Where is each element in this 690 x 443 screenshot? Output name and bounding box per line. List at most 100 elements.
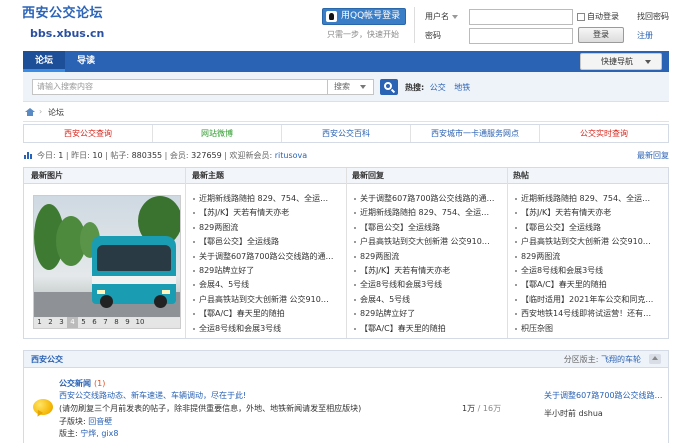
quick-link-bus-query[interactable]: 西安公交查询 <box>24 125 153 142</box>
subforum-link[interactable]: 回音壁 <box>88 417 112 426</box>
column-divider <box>185 168 186 338</box>
quick-link-bus-wiki[interactable]: 西安公交百科 <box>282 125 411 142</box>
list-item[interactable]: 近期新线路随拍 829、754、全运… <box>192 194 342 208</box>
list-item[interactable]: 全运8号线和会展3号线 <box>192 324 342 338</box>
forgot-password-link[interactable]: 找回密码 <box>637 12 669 22</box>
forum-note: (请勿刷复三个月前发表的帖子，除非提供重要信息，外地、地铁新闻请发至相应版块) <box>59 404 362 413</box>
list-item[interactable]: 【苏J/K】天若有情天亦老 <box>514 208 664 222</box>
list-item[interactable]: 829站牌立好了 <box>192 266 342 280</box>
list-item[interactable]: 西安地铁14号线即将试运营！还有… <box>514 309 664 323</box>
new-member-link[interactable]: ritusova <box>275 151 307 160</box>
quick-link-card-service[interactable]: 西安城市一卡通服务网点 <box>411 125 540 142</box>
site-logo-title[interactable]: 西安公交论坛 <box>22 6 103 22</box>
latest-replies-link[interactable]: 最新回复 <box>637 151 669 161</box>
password-label: 密码 <box>425 31 441 40</box>
column-divider <box>346 168 347 338</box>
list-item[interactable]: 近期新线路随拍 829、754、全运… <box>353 208 503 222</box>
quick-link-weibo[interactable]: 网站微博 <box>153 125 282 142</box>
breadcrumb: › 论坛 <box>23 105 669 122</box>
list-item[interactable]: 829站牌立好了 <box>353 309 503 323</box>
username-input[interactable] <box>469 9 573 25</box>
search-button[interactable] <box>380 79 398 95</box>
hot-search-label: 热搜: <box>405 83 425 92</box>
pager-10[interactable]: 10 <box>133 317 147 328</box>
username-type-dropdown[interactable]: 用户名 <box>425 12 458 22</box>
bus-photo-slideshow[interactable]: 1 2 3 4 5 6 7 8 9 10 <box>33 195 181 329</box>
header-latest-topics: 最新主题 <box>192 171 224 180</box>
list-item[interactable]: 829两图流 <box>353 252 503 266</box>
list-item[interactable]: 【鄠A/C】春天里的随拍 <box>514 280 664 294</box>
list-item[interactable]: 关于调整607路700路公交线路的通… <box>353 194 503 208</box>
tab-forum[interactable]: 论坛 <box>23 51 65 72</box>
quick-link-realtime[interactable]: 公交实时查询 <box>540 125 668 142</box>
bus-image <box>92 236 176 308</box>
home-icon[interactable] <box>25 108 35 116</box>
list-item[interactable]: 829两图流 <box>514 252 664 266</box>
pager-1[interactable]: 1 <box>34 317 45 328</box>
pager-4[interactable]: 4 <box>67 317 78 328</box>
list-item[interactable]: 户县高铁站到交大创新港 公交910… <box>192 295 342 309</box>
forum-last-post-link[interactable]: 关于调整607路700路公交线路的通… <box>544 391 668 401</box>
password-input[interactable] <box>469 28 573 44</box>
section-header: 西安公交 分区版主: 飞翔的车轮 <box>24 351 668 368</box>
pager-5[interactable]: 5 <box>78 317 89 328</box>
login-button[interactable]: 登录 <box>578 27 624 43</box>
list-item[interactable]: 会展4、5号线 <box>192 280 342 294</box>
qq-login-button[interactable]: 用QQ帐号登录 <box>322 8 406 25</box>
list-item[interactable]: 【苏J/K】天若有情天亦老 <box>353 266 503 280</box>
register-link[interactable]: 注册 <box>637 31 653 41</box>
quick-links-bar: 西安公交查询 网站微博 西安公交百科 西安城市一卡通服务网点 公交实时查询 <box>23 124 669 143</box>
hot-word-bus[interactable]: 公交 <box>430 83 446 92</box>
list-item[interactable]: 【临时适用】2021年车公交和同克… <box>514 295 664 309</box>
stat-posts: 880355 <box>131 151 163 160</box>
list-item[interactable]: 户县高铁站到交大创新港 公交910… <box>353 237 503 251</box>
list-item[interactable]: 【鄠邑公交】全运线路 <box>353 223 503 237</box>
pager-2[interactable]: 2 <box>45 317 56 328</box>
header: 西安公交论坛 bbs.xbus.cn 用QQ帐号登录 只需一步，快速开始 用户名… <box>0 0 690 50</box>
list-item[interactable]: 【鄠A/C】春天里的随拍 <box>192 309 342 323</box>
qq-penguin-icon <box>326 11 337 22</box>
forum-moderator-links[interactable]: 宁烨, gix8 <box>80 429 118 438</box>
main-nav: 论坛 导读 快捷导航 <box>23 51 669 72</box>
quick-nav-dropdown[interactable]: 快捷导航 <box>580 53 662 70</box>
section-moderator-link[interactable]: 飞翔的车轮 <box>601 355 641 364</box>
list-item[interactable]: 户县高铁站到交大创新港 公交910… <box>514 237 664 251</box>
site-logo-url[interactable]: bbs.xbus.cn <box>30 27 104 40</box>
pager-6[interactable]: 6 <box>89 317 100 328</box>
list-item[interactable]: 【鄠A/C】春天里的随拍 <box>353 324 503 338</box>
stats-text: 今日: 1 | 昨日: 10 | 帖子: 880355 | 会员: 327659… <box>37 151 308 160</box>
list-item[interactable]: 829两图流 <box>192 223 342 237</box>
list-item[interactable]: 会展4、5号线 <box>353 295 503 309</box>
list-item[interactable]: 【鄠邑公交】全运线路 <box>192 237 342 251</box>
slideshow-pager: 1 2 3 4 5 6 7 8 9 10 <box>34 317 180 328</box>
hot-word-metro[interactable]: 地铁 <box>454 83 470 92</box>
header-divider <box>414 7 415 43</box>
auto-login-label: 自动登录 <box>587 12 619 21</box>
forum-name[interactable]: 公交新闻 (1) <box>59 379 105 389</box>
search-icon <box>384 82 392 90</box>
last-post-user[interactable]: dshua <box>579 409 603 418</box>
pager-9[interactable]: 9 <box>122 317 133 328</box>
auto-login-checkbox[interactable] <box>577 12 585 21</box>
breadcrumb-current[interactable]: 论坛 <box>48 108 64 118</box>
list-item[interactable]: 近期新线路随拍 829、754、全运… <box>514 194 664 208</box>
section-title[interactable]: 西安公交 <box>31 355 63 365</box>
search-scope-select[interactable]: 搜索 <box>328 79 374 95</box>
search-input[interactable]: 请输入搜索内容 <box>32 79 328 95</box>
pager-7[interactable]: 7 <box>100 317 111 328</box>
tab-guide[interactable]: 导读 <box>65 51 107 72</box>
list-item[interactable]: 【鄠邑公交】全运线路 <box>514 223 664 237</box>
list-item[interactable]: 枳压杂图 <box>514 324 664 338</box>
search-bar: 请输入搜索内容 搜索 热搜: 公交 地铁 <box>23 72 669 102</box>
collapse-toggle-icon[interactable] <box>649 354 661 364</box>
list-item[interactable]: 全运8号线和会展3号线 <box>514 266 664 280</box>
pager-3[interactable]: 3 <box>56 317 67 328</box>
list-item[interactable]: 全运8号线和会展3号线 <box>353 280 503 294</box>
auto-login-option[interactable]: 自动登录 <box>577 12 619 22</box>
forum-new-count: (1) <box>94 379 106 388</box>
pager-8[interactable]: 8 <box>111 317 122 328</box>
list-item[interactable]: 关于调整607路700路公交线路的通… <box>192 252 342 266</box>
breadcrumb-separator: › <box>39 107 43 116</box>
list-item[interactable]: 【苏J/K】天若有情天亦老 <box>192 208 342 222</box>
header-latest-images: 最新图片 <box>31 171 63 180</box>
